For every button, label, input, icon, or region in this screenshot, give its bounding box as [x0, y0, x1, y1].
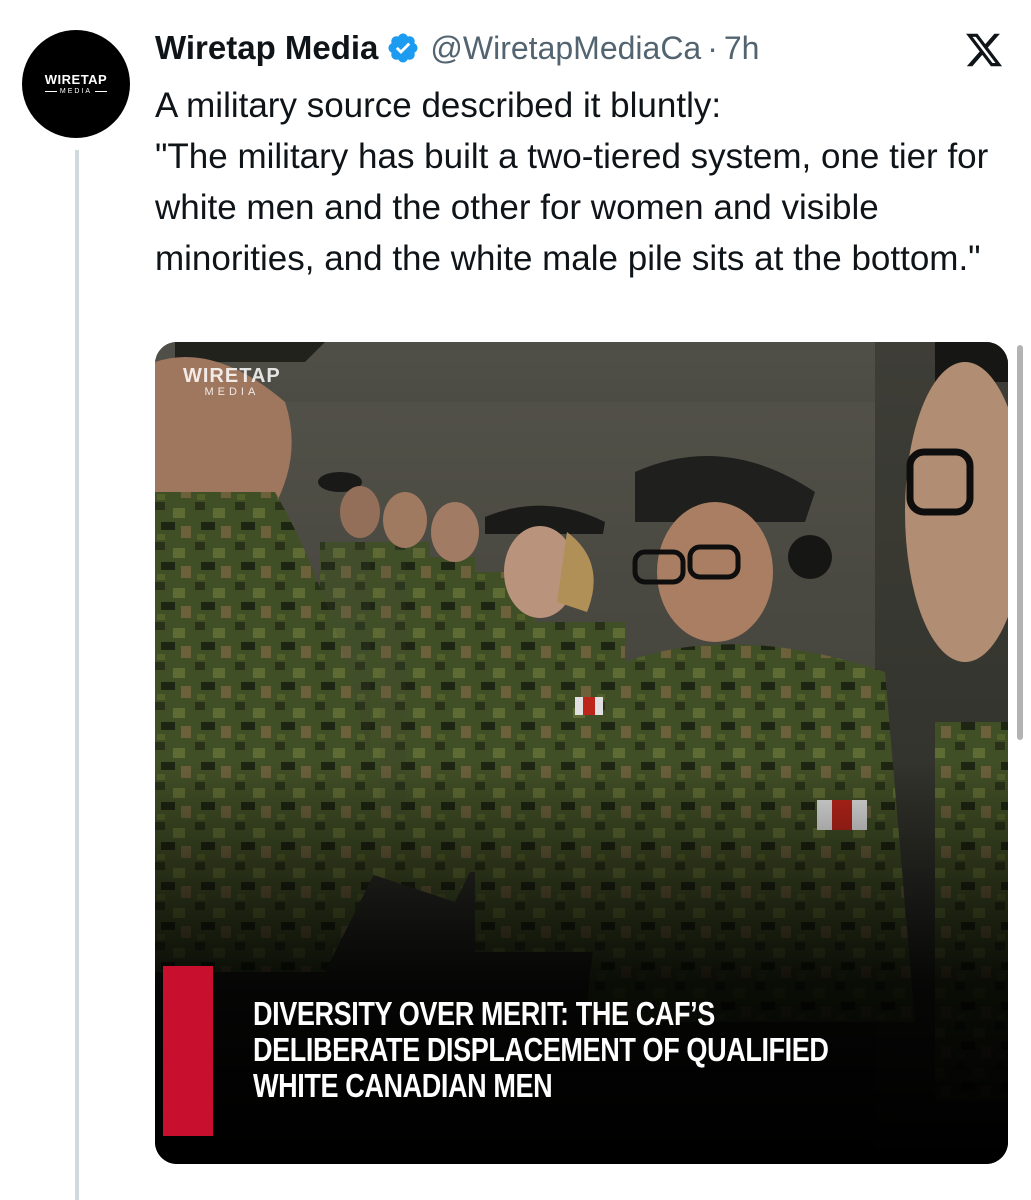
watermark-brand: WIRETAP — [183, 365, 281, 387]
x-logo-icon[interactable] — [962, 30, 1006, 70]
scrollbar-thumb[interactable] — [1017, 345, 1023, 740]
headline-accent-bar — [163, 966, 213, 1136]
watermark-sub: MEDIA — [204, 386, 260, 398]
tweet-header: Wiretap Media @WiretapMediaCa · 7h — [155, 24, 759, 72]
tweet-text: A military source described it bluntly: … — [155, 86, 989, 278]
separator-dot: · — [707, 29, 718, 66]
tweet-media-image[interactable]: WIRETAP MEDIA DIVERSITY OVER MERIT: THE … — [155, 342, 1008, 1164]
media-headline: DIVERSITY OVER MERIT: THE CAF’S DELIBERA… — [253, 995, 829, 1104]
avatar-brand-text: WIRETAP — [44, 71, 108, 87]
author-handle[interactable]: @WiretapMediaCa — [430, 30, 701, 67]
thread-line — [75, 150, 79, 1200]
avatar[interactable]: WIRETAP MEDIA — [22, 30, 130, 138]
verified-badge-icon[interactable] — [386, 31, 420, 65]
media-watermark: WIRETAP MEDIA — [183, 366, 281, 398]
timestamp[interactable]: 7h — [724, 30, 760, 67]
avatar-sub-text: MEDIA — [45, 87, 107, 96]
author-display-name[interactable]: Wiretap Media — [155, 29, 378, 67]
